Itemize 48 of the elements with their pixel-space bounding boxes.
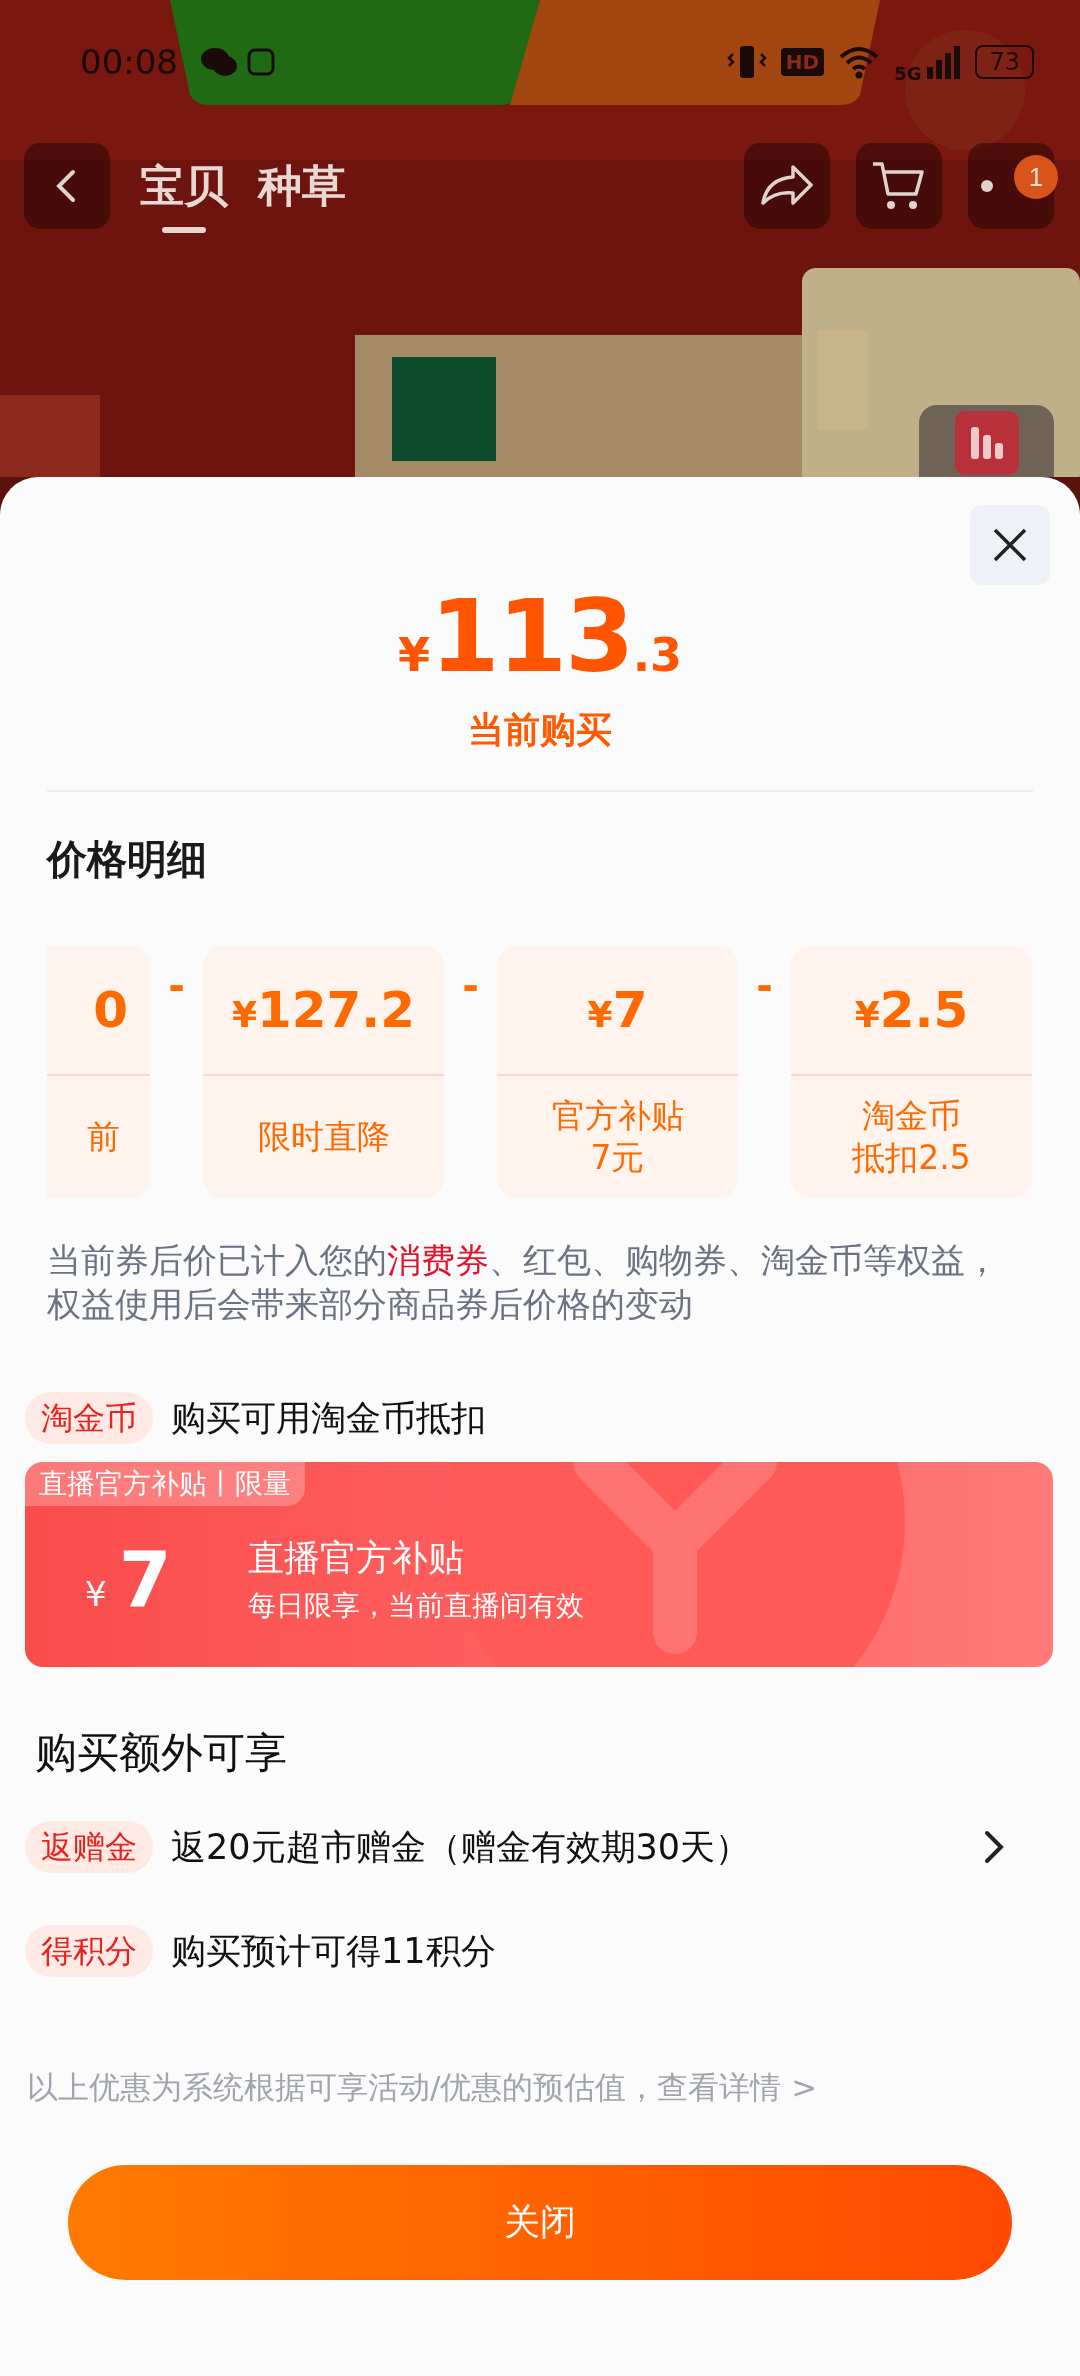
status-time: 00:08 [80, 42, 178, 82]
subsidy-tag: 直播官方补贴丨限量 [25, 1462, 305, 1506]
back-button[interactable] [24, 143, 110, 229]
app-icon [246, 47, 276, 77]
amount: ¥7 [497, 946, 738, 1076]
subsidy-title: 直播官方补贴 [247, 1535, 465, 1580]
share-button[interactable] [744, 143, 830, 229]
minus-sign: - [167, 962, 186, 1011]
benefit-tag: 淘金币 [25, 1392, 153, 1444]
current-price: ¥113.3 [396, 582, 684, 692]
subsidy-amount: ¥7 [85, 1535, 172, 1624]
minus-sign: - [461, 962, 480, 1011]
benefit-text: 购买预计可得11积分 [171, 1930, 496, 1973]
benefit-tag: 返赠金 [25, 1821, 153, 1873]
wifi-icon [838, 45, 881, 79]
section-title: 购买额外可享 [35, 1727, 288, 1779]
price-caption: 当前购买 [467, 708, 613, 752]
price-note: 当前券后价已计入您的消费券、红包、购物券、淘金币等权益，权益使用后会带来部分商品券后价格的变动 [47, 1239, 1000, 1326]
close-icon[interactable] [970, 505, 1050, 585]
benefit-text: 返20元超市赠金（赠金有效期30天） [171, 1826, 751, 1869]
dot-icon [981, 180, 993, 192]
cart-icon [871, 160, 927, 212]
amount: ¥127.2 [203, 946, 444, 1076]
signal-icon [925, 45, 962, 79]
details-link[interactable]: 查看详情 > [657, 2069, 818, 2105]
network-type: 5G [894, 62, 922, 84]
chart-button[interactable] [919, 405, 1054, 477]
card-label: 前 [86, 1116, 121, 1158]
amount: 0 [47, 946, 150, 1076]
chat-icon [200, 46, 238, 78]
vibrate-icon [726, 44, 767, 80]
section-title: 价格明细 [47, 835, 208, 884]
hd-indicator: HD [780, 48, 825, 76]
battery-level: 73 [975, 45, 1034, 79]
card-label: 官方补贴 7元 [550, 1095, 685, 1179]
card-label: 淘金币 抵扣2.5 [851, 1095, 972, 1179]
close-button[interactable]: 关闭 [68, 2165, 1012, 2280]
amount: ¥2.5 [791, 946, 1032, 1076]
subsidy-subtitle: 每日限享，当前直播间有效 [247, 1587, 584, 1624]
benefit-text: 购买可用淘金币抵扣 [171, 1396, 486, 1440]
cart-button[interactable] [856, 143, 942, 229]
disclaimer-text: 以上优惠为系统根据可享活动/优惠的预估值，查看详情 > [27, 2068, 819, 2107]
card-label: 限时直降 [256, 1116, 391, 1158]
chevron-icon[interactable] [983, 1830, 1005, 1864]
benefit-tag: 得积分 [25, 1925, 153, 1977]
minus-sign: - [755, 962, 774, 1011]
tab[interactable]: 种草 [258, 143, 346, 229]
bar-chart-icon [954, 411, 1019, 475]
